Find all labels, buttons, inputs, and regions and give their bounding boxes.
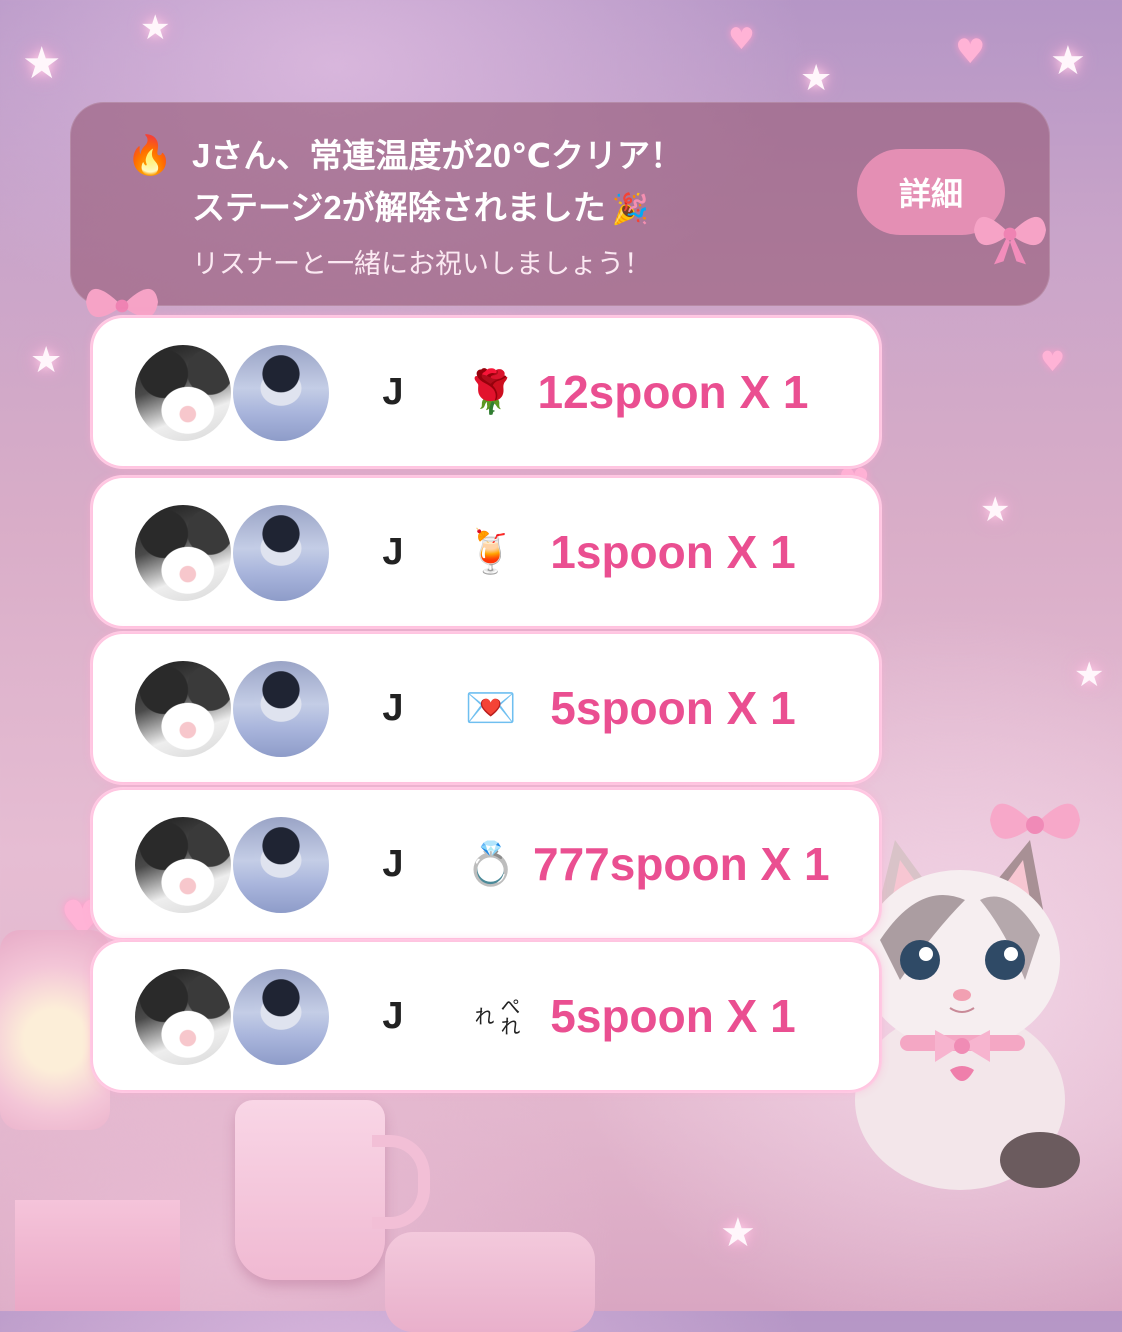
star-icon: ★ bbox=[720, 1210, 756, 1256]
cat-avatar bbox=[135, 661, 231, 757]
gift-row[interactable]: J 🌹 12spoon X 1 bbox=[93, 318, 879, 466]
heart-icon: ♥ bbox=[1040, 345, 1066, 378]
star-icon: ★ bbox=[30, 340, 63, 381]
user-name: J bbox=[382, 531, 404, 573]
party-popper-icon: 🎉 bbox=[611, 193, 650, 226]
gift-row[interactable]: J 💌 5spoon X 1 bbox=[93, 634, 879, 782]
gift-row[interactable]: J ぺれれ 5spoon X 1 bbox=[93, 942, 879, 1090]
banner-message: リスナーと一緒にお祝いしましょう！ bbox=[192, 249, 651, 279]
heart-icon: ♥ bbox=[728, 22, 755, 57]
bow-decoration bbox=[990, 803, 1080, 839]
star-icon: ★ bbox=[140, 8, 171, 48]
cat-avatar bbox=[135, 969, 231, 1065]
user-avatar bbox=[233, 817, 329, 913]
cat-avatar bbox=[135, 345, 231, 441]
fire-icon: 🔥 bbox=[126, 135, 174, 177]
user-avatar bbox=[233, 969, 329, 1065]
star-icon: ★ bbox=[1074, 655, 1105, 695]
gift-row[interactable]: J 🍹 1spoon X 1 bbox=[93, 478, 879, 626]
banner-headline: Jさん、常連温度が20℃クリア！ bbox=[192, 137, 684, 174]
user-name: J bbox=[382, 995, 404, 1037]
user-avatar bbox=[233, 661, 329, 757]
ring-icon: 💍 bbox=[464, 840, 518, 887]
user-avatar bbox=[233, 505, 329, 601]
banner-subheadline: ステージ2が解除されました 🎉 bbox=[192, 186, 649, 232]
star-icon: ★ bbox=[800, 58, 833, 99]
bow-icon bbox=[974, 216, 1046, 265]
cat-avatar bbox=[135, 817, 231, 913]
notification-banner: 🔥 Jさん、常連温度が20℃クリア！ ステージ2が解除されました 🎉 リスナーと一… bbox=[70, 102, 1050, 318]
star-icon: ★ bbox=[22, 38, 62, 89]
user-name: J bbox=[382, 371, 404, 413]
user-name: J bbox=[382, 843, 404, 885]
sticker-icon: ぺれれ bbox=[471, 996, 519, 1036]
rose-icon: 🌹 bbox=[464, 368, 518, 415]
star-icon: ★ bbox=[1050, 38, 1086, 84]
gift-amount: 12spoon X 1 bbox=[537, 366, 809, 418]
gift-amount: 777spoon X 1 bbox=[533, 838, 830, 890]
gift-box-decoration bbox=[15, 1200, 180, 1311]
heart-icon: ♥ bbox=[955, 32, 986, 72]
gift-amount: 5spoon X 1 bbox=[550, 990, 796, 1042]
tropical-drink-icon: 🍹 bbox=[464, 528, 518, 575]
star-icon: ★ bbox=[980, 490, 1011, 530]
cat-avatar bbox=[135, 505, 231, 601]
cup-decoration bbox=[235, 1100, 385, 1280]
gift-amount: 1spoon X 1 bbox=[550, 526, 796, 578]
user-avatar bbox=[233, 345, 329, 441]
phone-decoration bbox=[385, 1232, 595, 1332]
user-name: J bbox=[382, 687, 404, 729]
gift-amount: 5spoon X 1 bbox=[550, 682, 796, 734]
cup-handle-decoration bbox=[372, 1135, 430, 1229]
banner-subheadline-text: ステージ2が解除されました bbox=[192, 189, 606, 226]
love-letter-icon: 💌 bbox=[464, 684, 518, 731]
gift-row[interactable]: J 💍 777spoon X 1 bbox=[93, 790, 879, 938]
